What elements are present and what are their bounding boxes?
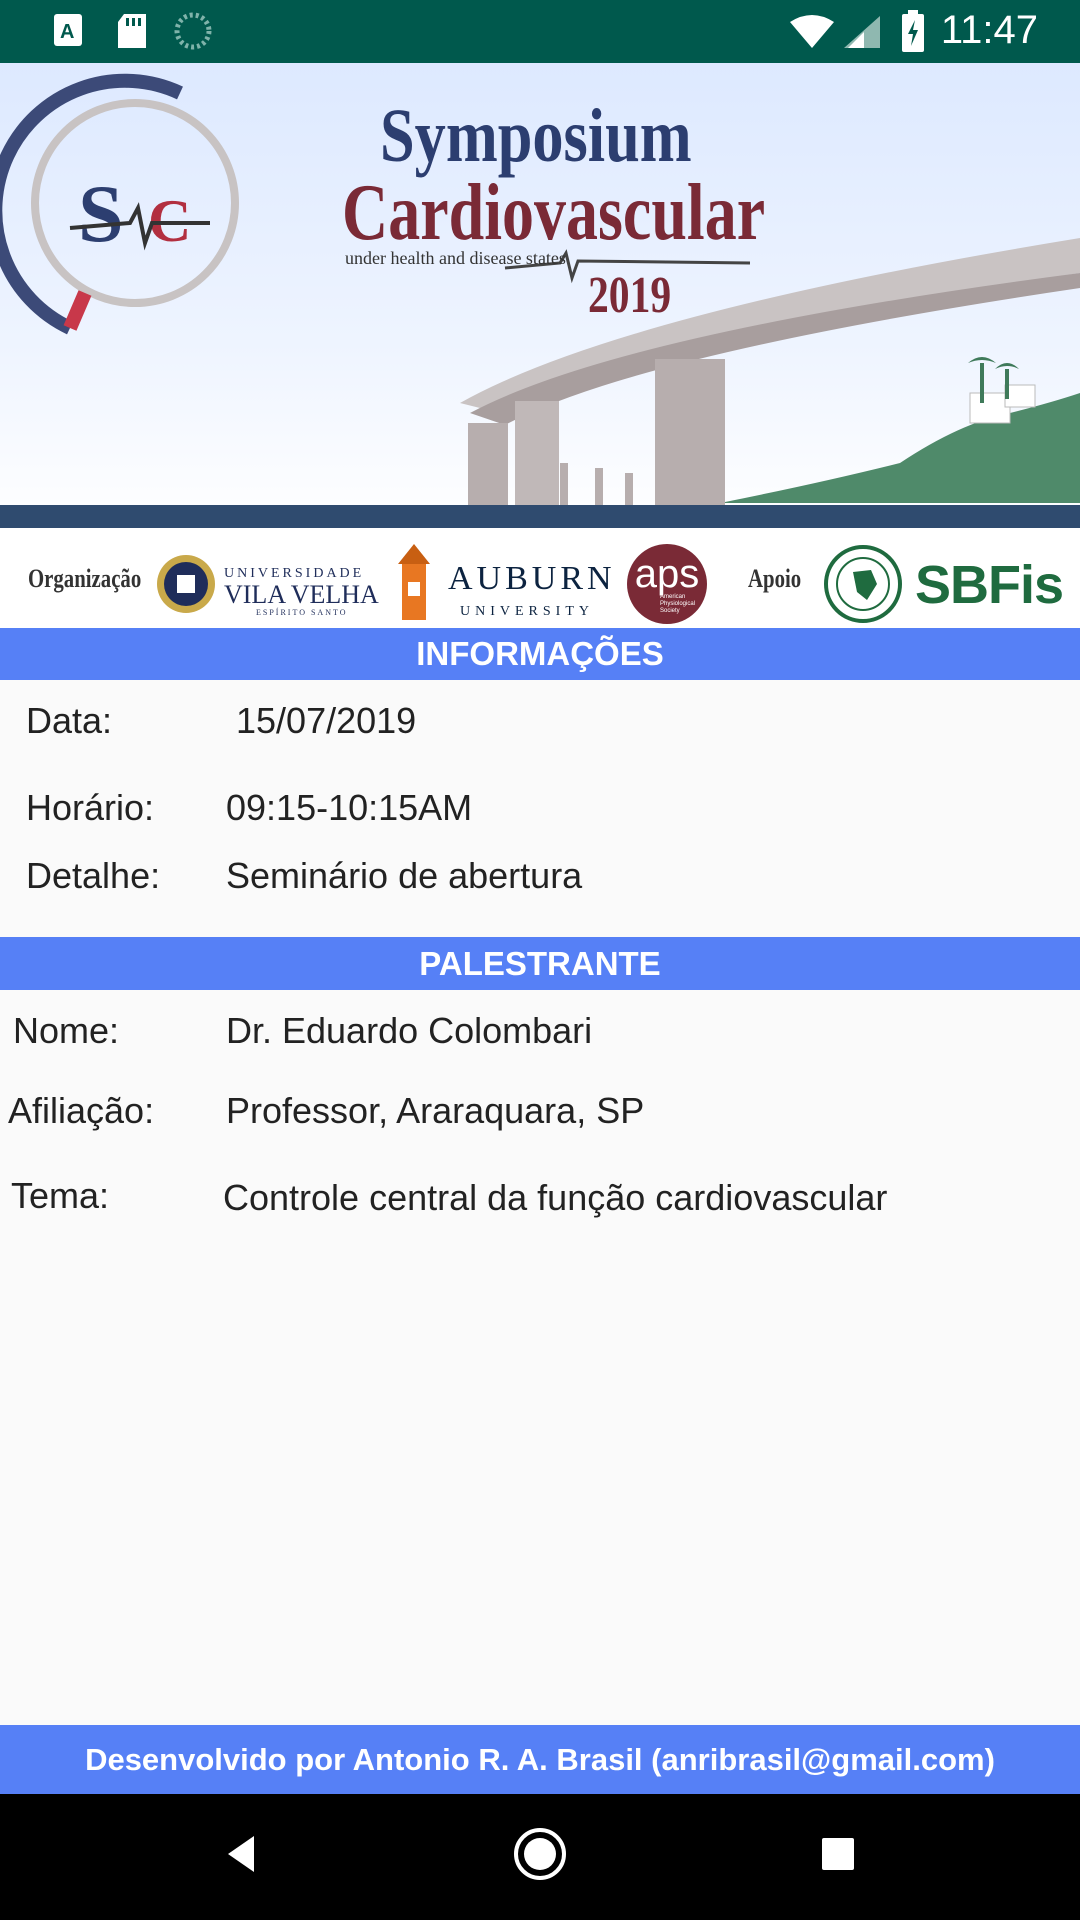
svg-text:A: A [60, 21, 74, 43]
recents-icon[interactable] [818, 1824, 858, 1889]
detalhe-label: Detalhe: [26, 855, 161, 896]
banner-title-line2: Cardiovascular [342, 169, 766, 257]
palestrante-header: PALESTRANTE [0, 937, 1080, 990]
afiliacao-value: Professor, Araraquara, SP [226, 1090, 645, 1131]
auburn-line2: UNIVERSITY [460, 604, 594, 619]
organizacao-label: Organização [28, 564, 142, 593]
tema-label: Tema: [11, 1175, 110, 1216]
signal-icon [842, 14, 882, 55]
banner-bottom-bar [0, 505, 1080, 528]
auburn-tower-icon [392, 542, 436, 627]
nome-label: Nome: [13, 1010, 120, 1051]
horario-label: Horário: [26, 787, 155, 828]
uvv-seal-icon [155, 553, 217, 620]
svg-text:S: S [78, 168, 124, 259]
back-icon[interactable] [222, 1824, 262, 1889]
sd-card-icon [116, 12, 148, 55]
banner-subtitle: under health and disease states [345, 248, 566, 268]
banner-title-line1: Symposium [380, 94, 692, 178]
battery-charging-icon [900, 10, 926, 57]
status-time: 11:47 [940, 8, 1038, 52]
data-label: Data: [26, 700, 113, 741]
nome-value: Dr. Eduardo Colombari [226, 1010, 593, 1051]
sbfis-text: SBFis [915, 555, 1064, 615]
developer-credit: Desenvolvido por Antonio R. A. Brasil (a… [0, 1725, 1080, 1794]
navigation-bar [0, 1794, 1080, 1920]
wifi-icon [788, 14, 836, 55]
event-banner: S C Symposium Cardiovascular under healt… [0, 63, 1080, 528]
sync-icon [174, 12, 212, 55]
home-icon[interactable] [512, 1824, 568, 1889]
hill-shape [720, 393, 1080, 503]
informacoes-header: INFORMAÇÕES [0, 628, 1080, 680]
sbfis-seal-icon [823, 544, 903, 629]
uvv-line3: ESPÍRITO SANTO [256, 608, 348, 617]
uvv-line2: VILA VELHA [224, 580, 379, 609]
afiliacao-label: Afiliação: [8, 1090, 155, 1131]
auburn-line1: AUBURN [448, 560, 616, 597]
sponsor-strip: Organização UNIVERSIDADE VILA VELHA ESPÍ… [0, 528, 1080, 628]
a-icon: A [52, 12, 84, 53]
data-value: 15/07/2019 [236, 700, 417, 741]
apoio-label: Apoio [748, 564, 802, 593]
detalhe-value: Seminário de abertura [226, 855, 583, 896]
aps-text: aps [634, 552, 700, 596]
banner-year: 2019 [588, 267, 672, 324]
tema-value: Controle central da função cardiovascula… [223, 1177, 888, 1218]
status-bar: A 11:47 [0, 0, 1080, 63]
symposium-logo: S C [0, 73, 239, 335]
horario-value: 09:15-10:15AM [226, 787, 473, 828]
aps-subtext: American Physiological Society [660, 594, 696, 614]
